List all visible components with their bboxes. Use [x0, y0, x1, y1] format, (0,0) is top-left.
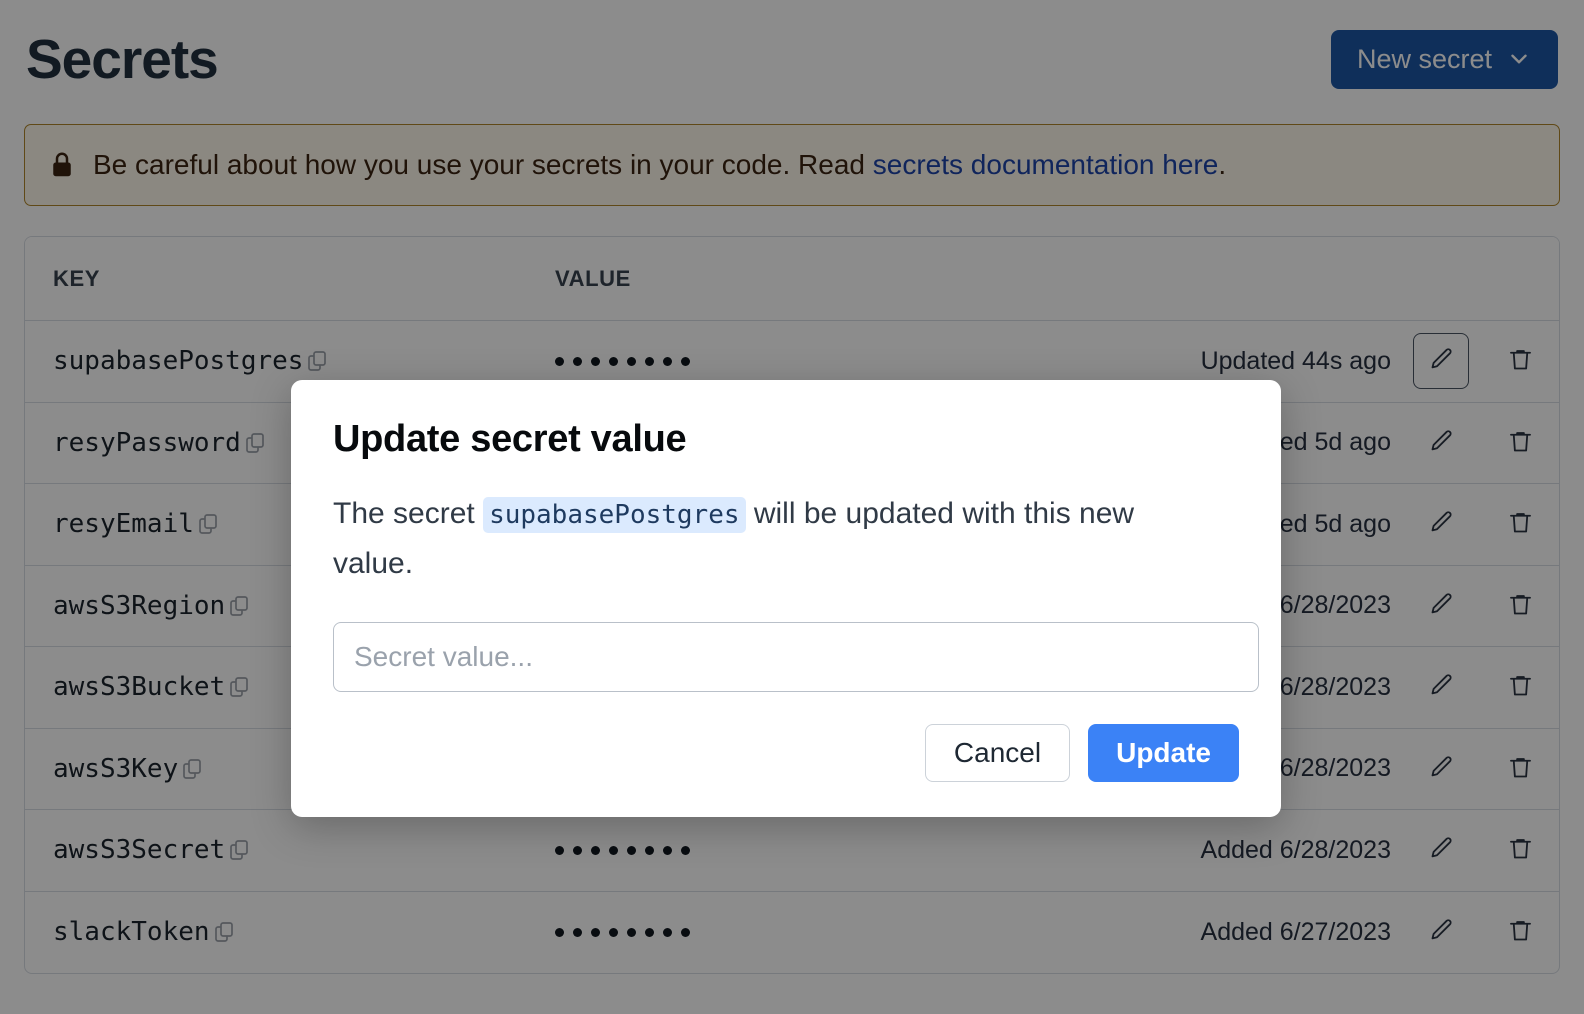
update-button[interactable]: Update: [1088, 723, 1239, 782]
update-secret-modal: Update secret value The secret supabaseP…: [291, 380, 1281, 817]
secret-value-input[interactable]: [333, 621, 1259, 692]
modal-title: Update secret value: [333, 418, 687, 460]
modal-desc-before: The secret: [333, 497, 484, 530]
modal-actions: Cancel Update: [333, 723, 1239, 782]
cancel-button[interactable]: Cancel: [924, 723, 1071, 782]
modal-secret-key-code: supabasePostgres: [483, 497, 746, 533]
modal-description: The secret supabasePostgres will be upda…: [333, 489, 1183, 590]
